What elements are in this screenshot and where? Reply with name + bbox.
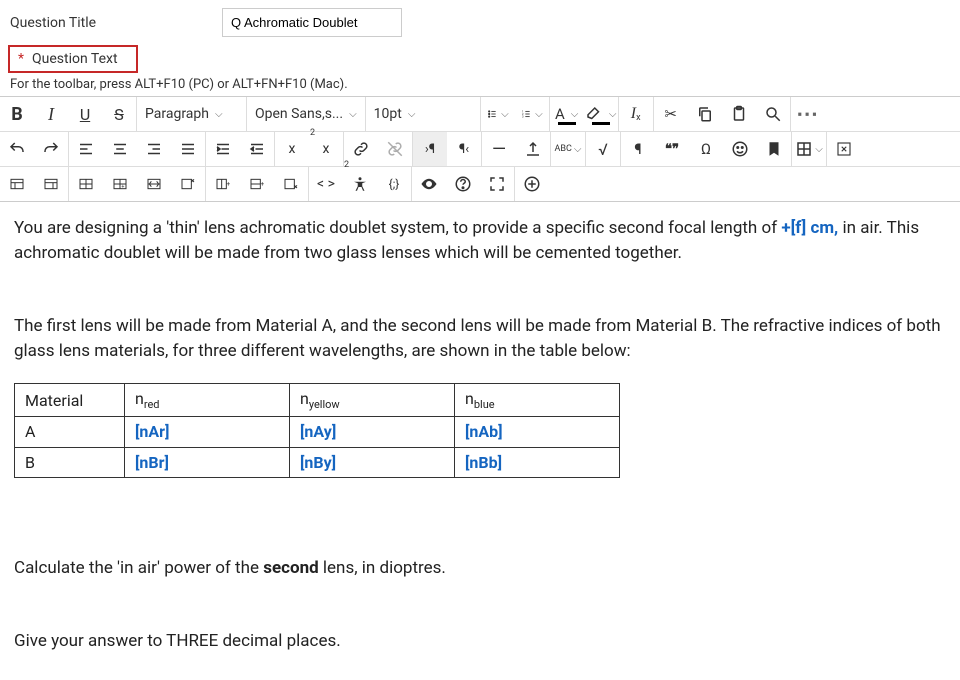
numbered-list-button[interactable]: 123 ⌵ — [515, 97, 549, 131]
fullscreen-button[interactable] — [480, 167, 514, 201]
indent-button[interactable] — [206, 132, 240, 166]
layout-1-button[interactable] — [0, 167, 34, 201]
rtl-button[interactable]: ¶‹ — [447, 132, 481, 166]
accessibility-button[interactable] — [343, 167, 377, 201]
spellcheck-button[interactable]: ABC⌵ — [551, 132, 585, 166]
variable-f: +[f] cm, — [781, 218, 838, 238]
special-char-button[interactable]: Ω — [689, 132, 723, 166]
editor-toolbar: B I U S Paragraph⌵ Open Sans,s...⌵ 10pt⌵… — [0, 96, 960, 202]
table-button[interactable]: ⌵ — [792, 132, 826, 166]
cell-delete-button[interactable] — [274, 167, 308, 201]
more-button[interactable]: ⋯ — [791, 97, 825, 131]
table-cell-button[interactable] — [69, 167, 103, 201]
question-title-label: Question Title — [10, 15, 210, 31]
variable-nAy: [nAy] — [300, 422, 336, 441]
table-row: A [nAr] [nAy] [nAb] — [15, 417, 620, 447]
toolbar-hint: For the toolbar, press ALT+F10 (PC) or A… — [0, 75, 960, 96]
font-family-dropdown[interactable]: Open Sans,s...⌵ — [247, 97, 366, 131]
table-edit-button[interactable]: + — [103, 167, 137, 201]
superscript-button[interactable]: x2 — [275, 132, 309, 166]
strikethrough-button[interactable]: S — [102, 97, 136, 131]
math-button[interactable]: √ — [586, 132, 620, 166]
unlink-button[interactable] — [378, 132, 412, 166]
preview-button[interactable] — [412, 167, 446, 201]
template-button[interactable]: {;} — [377, 167, 411, 201]
align-left-button[interactable] — [69, 132, 103, 166]
find-button[interactable] — [756, 97, 790, 131]
variable-nBb: [nBb] — [465, 453, 502, 472]
emoji-button[interactable] — [723, 132, 757, 166]
bullet-list-button[interactable]: ⌵ — [481, 97, 515, 131]
align-right-button[interactable] — [137, 132, 171, 166]
table-header-row: Material nred nyellow nblue — [15, 384, 620, 417]
copy-button[interactable] — [688, 97, 722, 131]
row-insert-button[interactable]: + — [240, 167, 274, 201]
variable-nBy: [nBy] — [300, 453, 336, 472]
clear-formatting-button[interactable]: Ix — [619, 97, 653, 131]
layout-2-button[interactable] — [34, 167, 68, 201]
svg-text:+: + — [260, 180, 264, 188]
variable-nAr: [nAr] — [135, 422, 169, 441]
underline-button[interactable]: U — [68, 97, 102, 131]
italic-button[interactable]: I — [34, 97, 68, 131]
paragraph-1: You are designing a 'thin' lens achromat… — [14, 216, 946, 265]
bookmark-button[interactable] — [757, 132, 791, 166]
hr-button[interactable]: — — [482, 132, 516, 166]
subscript-button[interactable]: x2 — [309, 132, 343, 166]
table-delete-button[interactable] — [171, 167, 205, 201]
svg-text:+: + — [226, 180, 230, 188]
paragraph-3: Calculate the 'in air' power of the seco… — [14, 556, 946, 581]
redo-button[interactable] — [34, 132, 68, 166]
question-title-input[interactable] — [222, 8, 402, 37]
font-color-button[interactable]: A⌵ — [550, 97, 584, 131]
table-span-button[interactable] — [137, 167, 171, 201]
paragraph-dropdown[interactable]: Paragraph⌵ — [137, 97, 247, 131]
editor-content[interactable]: You are designing a 'thin' lens achromat… — [0, 202, 960, 680]
cut-button[interactable]: ✂ — [654, 97, 688, 131]
variable-nAb: [nAb] — [465, 422, 503, 441]
blockquote-button[interactable]: ❝❞ — [655, 132, 689, 166]
code-button[interactable]: < > — [309, 167, 343, 201]
ltr-button[interactable]: ›¶ — [413, 132, 447, 166]
align-center-button[interactable] — [103, 132, 137, 166]
undo-button[interactable] — [0, 132, 34, 166]
svg-text:3: 3 — [522, 114, 524, 118]
bold-button[interactable]: B — [0, 97, 34, 131]
align-justify-button[interactable] — [171, 132, 205, 166]
delete-button[interactable] — [827, 132, 861, 166]
col-insert-button[interactable]: + — [206, 167, 240, 201]
add-button[interactable] — [515, 167, 549, 201]
font-size-dropdown[interactable]: 10pt⌵ — [366, 97, 481, 131]
insert-file-button[interactable] — [516, 132, 550, 166]
paragraph-2: The first lens will be made from Materia… — [14, 314, 946, 363]
help-button[interactable] — [446, 167, 480, 201]
paragraph-4: Give your answer to THREE decimal places… — [14, 629, 946, 654]
question-text-label: *Question Text — [8, 45, 138, 73]
paste-button[interactable] — [722, 97, 756, 131]
pilcrow-button[interactable]: ¶ — [621, 132, 655, 166]
table-row: B [nBr] [nBy] [nBb] — [15, 447, 620, 477]
svg-text:+: + — [121, 184, 124, 190]
highlight-color-button[interactable]: ⌵ — [584, 97, 618, 131]
materials-table: Material nred nyellow nblue A [nAr] [nAy… — [14, 383, 620, 478]
variable-nBr: [nBr] — [135, 453, 169, 472]
outdent-button[interactable] — [240, 132, 274, 166]
link-button[interactable] — [344, 132, 378, 166]
